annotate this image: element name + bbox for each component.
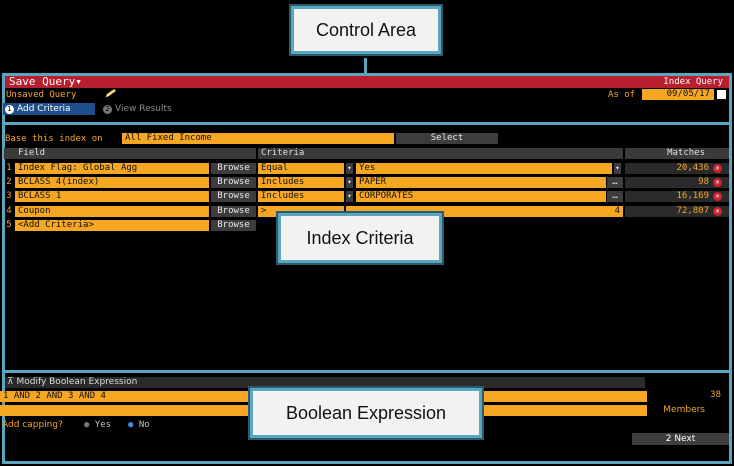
row-3-browse-button[interactable]: Browse [211, 191, 256, 202]
row-2-more-button[interactable]: … [607, 177, 623, 188]
row-3-value[interactable]: CORPORATES [356, 191, 606, 202]
row-3-operator[interactable]: Includes [258, 191, 344, 202]
header-criteria: Criteria [258, 148, 623, 159]
row-1-remove-icon[interactable]: ✕ [713, 164, 722, 173]
modify-boolean-toggle[interactable]: ⊼ Modify Boolean Expression [5, 377, 645, 388]
index-query-label: Index Query [663, 77, 723, 87]
unsaved-query-status: Unsaved Query [6, 90, 77, 100]
callout-control-area: Control Area [291, 6, 441, 54]
row-1-operator[interactable]: Equal [258, 163, 344, 174]
section-divider-bottom [2, 370, 732, 373]
row-2-browse-button[interactable]: Browse [211, 177, 256, 188]
step-1-icon: 1 [5, 105, 14, 114]
row-4-remove-icon[interactable]: ✕ [713, 207, 722, 216]
row-4-browse-button[interactable]: Browse [211, 206, 256, 217]
row-5-number: 5 [6, 220, 12, 230]
base-index-label: Base this index on [5, 134, 103, 144]
row-3-operator-dropdown-icon[interactable]: ▾ [346, 191, 353, 202]
row-2-number: 2 [6, 177, 12, 187]
title-bar: Save Query▾ Index Query [5, 76, 729, 88]
row-2-remove-icon[interactable]: ✕ [713, 178, 722, 187]
pencil-icon[interactable] [104, 88, 118, 98]
capping-label: Add capping? [2, 420, 63, 430]
select-button[interactable]: Select [396, 133, 498, 144]
row-1-operator-dropdown-icon[interactable]: ▾ [346, 163, 353, 174]
row-1-field[interactable]: Index Flag: Global Agg [15, 163, 209, 174]
row-4-number: 4 [6, 206, 12, 216]
callout-connector [364, 58, 367, 74]
members-count: 38 [710, 390, 721, 400]
step-2-icon: 2 [103, 105, 112, 114]
row-4-field[interactable]: Coupon [15, 206, 209, 217]
next-button[interactable]: 2 Next [632, 433, 729, 445]
section-divider-top [2, 122, 732, 125]
callout-boolean-expression: Boolean Expression [250, 388, 482, 438]
row-5-browse-button[interactable]: Browse [211, 220, 256, 231]
row-2-operator[interactable]: Includes [258, 177, 344, 188]
row-1-browse-button[interactable]: Browse [211, 163, 256, 174]
header-field: Field [4, 148, 256, 159]
as-of-label: As of [608, 90, 636, 100]
row-1-value[interactable]: Yes [356, 163, 612, 174]
callout-index-criteria: Index Criteria [278, 213, 442, 263]
row-3-remove-icon[interactable]: ✕ [713, 192, 722, 201]
step-view-results[interactable]: 2 View Results [103, 103, 172, 115]
header-matches: Matches [625, 148, 729, 159]
calendar-icon[interactable] [717, 90, 726, 99]
row-3-field[interactable]: BCLASS 1 [15, 191, 209, 202]
capping-yes-option[interactable]: ● Yes [84, 420, 111, 430]
row-5-add-criteria-field[interactable]: <Add Criteria> [15, 220, 209, 231]
as-of-date-field[interactable]: 09/05/17 [642, 89, 714, 100]
row-3-number: 3 [6, 191, 12, 201]
row-2-field[interactable]: BCLASS 4(index) [15, 177, 209, 188]
radio-yes-icon: ● [84, 420, 90, 430]
row-1-value-dropdown-icon[interactable]: ▾ [614, 163, 621, 174]
capping-no-option[interactable]: ● No [128, 420, 150, 430]
row-3-more-button[interactable]: … [607, 191, 623, 202]
row-1-number: 1 [6, 163, 12, 173]
radio-no-icon: ● [128, 420, 134, 430]
step-add-criteria[interactable]: 1 Add Criteria [3, 103, 95, 115]
save-query-menu[interactable]: Save Query▾ [9, 75, 82, 88]
members-label: Members [663, 405, 705, 415]
row-2-value[interactable]: PAPER [356, 177, 606, 188]
base-index-field[interactable]: All Fixed Income [122, 133, 394, 144]
row-2-operator-dropdown-icon[interactable]: ▾ [346, 177, 353, 188]
